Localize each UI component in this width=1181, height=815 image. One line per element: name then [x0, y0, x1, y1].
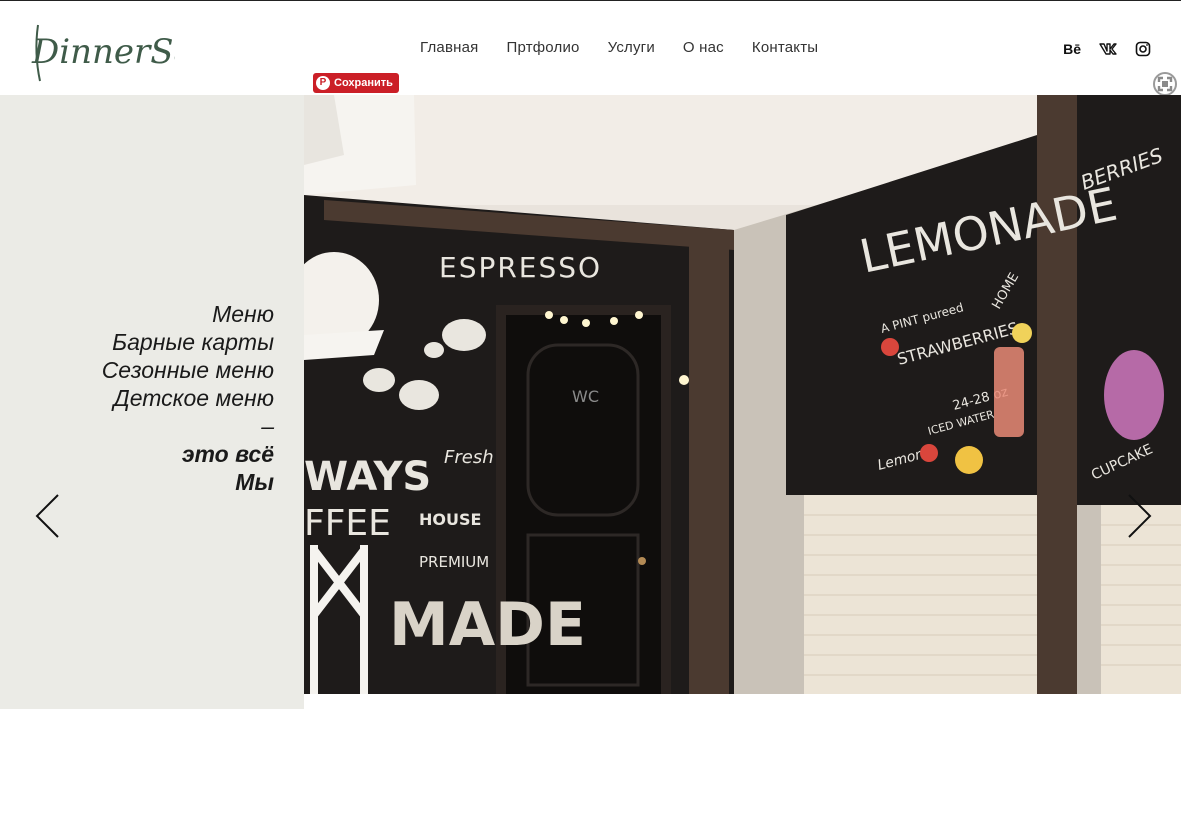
ways-sign: WAYS	[304, 454, 431, 500]
hero-photo: WC ESPRESSO WAYS FFEE Fresh HOUSE PREMIU…	[304, 95, 1181, 694]
tagline-kids-menu: Детское меню	[113, 385, 274, 411]
tagline-this-is-all: это всё	[181, 441, 274, 467]
dinnersaur-logo[interactable]: DinnerSaur	[30, 13, 175, 85]
wc-sign: WC	[572, 387, 599, 406]
made-sign: MADE	[389, 590, 586, 660]
social-links: Bē	[1063, 41, 1151, 57]
fullscreen-icon[interactable]	[1153, 72, 1177, 96]
espresso-sign: ESPRESSO	[439, 251, 602, 284]
main-nav: Главная Пртфолио Услуги О нас Контакты	[420, 39, 818, 56]
hero-tagline: Меню Барные карты Сезонные меню Детское …	[102, 300, 274, 496]
ffee-sign: FFEE	[304, 503, 391, 544]
pinterest-save-button[interactable]: P Сохранить	[313, 73, 399, 93]
slider-next-arrow[interactable]	[1124, 493, 1154, 539]
instagram-icon[interactable]	[1135, 41, 1151, 57]
cafe-interior-illustration: WC ESPRESSO WAYS FFEE Fresh HOUSE PREMIU…	[304, 95, 1181, 694]
nav-portfolio[interactable]: Пртфолио	[507, 39, 580, 56]
nav-home[interactable]: Главная	[420, 39, 479, 56]
tagline-bar-cards: Барные карты	[112, 329, 274, 355]
tagline-seasonal-menu: Сезонные меню	[101, 357, 274, 383]
nav-about[interactable]: О нас	[683, 39, 724, 56]
tagline-us: Мы	[235, 469, 274, 495]
house-sign: HOUSE	[419, 510, 481, 529]
site-header: DinnerSaur Главная Пртфолио Услуги О нас…	[0, 1, 1181, 95]
slider-prev-arrow[interactable]	[33, 493, 63, 539]
behance-icon[interactable]: Bē	[1063, 41, 1081, 57]
pinterest-save-label: Сохранить	[334, 77, 393, 89]
vk-icon[interactable]	[1099, 43, 1117, 55]
nav-contacts[interactable]: Контакты	[752, 39, 818, 56]
fresh-sign: Fresh	[444, 447, 494, 468]
tagline-dash: –	[261, 413, 274, 439]
nav-services[interactable]: Услуги	[608, 39, 655, 56]
hero-text-panel: Меню Барные карты Сезонные меню Детское …	[0, 95, 304, 709]
pinterest-icon: P	[316, 76, 330, 90]
tagline-menu: Меню	[212, 301, 274, 327]
logo-text: DinnerSaur	[31, 32, 175, 72]
premium-sign: PREMIUM	[419, 553, 489, 571]
